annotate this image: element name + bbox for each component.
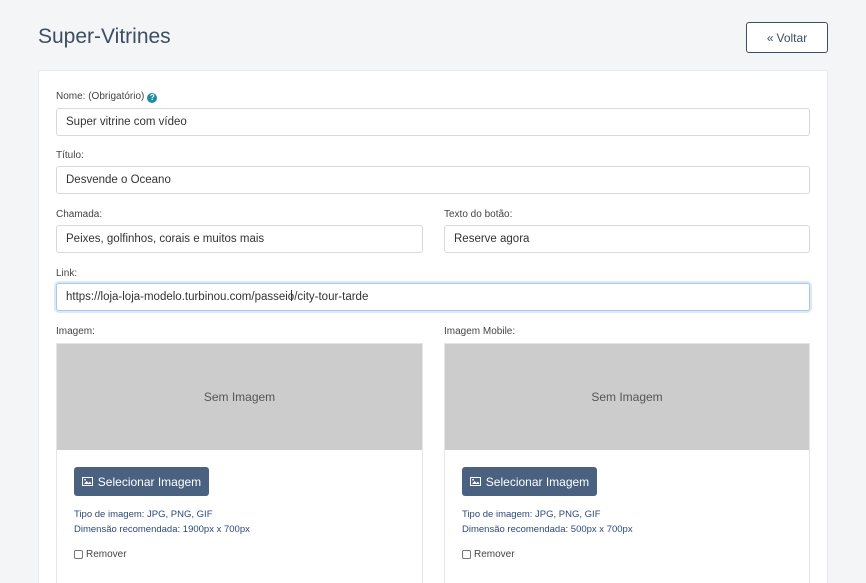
text-cursor (291, 290, 292, 301)
imagem-mobile-panel: Sem Imagem Selecionar Imagem Tipo de ima… (444, 343, 810, 583)
imagem-panel: Sem Imagem Selecionar Imagem Tipo de ima… (56, 343, 423, 583)
select-mobile-image-button[interactable]: Selecionar Imagem (462, 467, 597, 496)
imagem-mobile-preview: Sem Imagem (445, 344, 809, 450)
imagem-tipo: Tipo de imagem: JPG, PNG, GIF (74, 509, 213, 520)
titulo-label: Título: (56, 150, 84, 161)
image-icon (469, 477, 481, 486)
imagem-remover[interactable]: Remover (74, 549, 127, 560)
question-circle-icon[interactable]: ? (147, 92, 158, 103)
imagem-mobile-placeholder-text: Sem Imagem (591, 390, 663, 404)
texto-botao-value: Reserve agora (454, 233, 530, 245)
nome-label-text: Nome: (Obrigatório) (56, 91, 145, 102)
image-icon (81, 477, 93, 486)
texto-botao-label: Texto do botão: (444, 209, 513, 220)
nome-input[interactable]: Super vitrine com vídeo (56, 108, 810, 136)
select-mobile-image-label: Selecionar Imagem (485, 474, 590, 489)
link-label: Link: (56, 268, 78, 279)
chamada-input[interactable]: Peixes, golfinhos, corais e muitos mais (56, 225, 423, 253)
remover-label: Remover (86, 549, 127, 560)
imagem-mobile-dimensao: Dimensão recomendada: 500px x 700px (462, 524, 633, 535)
remover-mobile-label: Remover (474, 549, 515, 560)
imagem-label: Imagem: (56, 326, 95, 337)
link-input[interactable]: https://loja-loja-modelo.turbinou.com/pa… (56, 283, 810, 311)
imagem-mobile-remover[interactable]: Remover (462, 549, 515, 560)
select-image-label: Selecionar Imagem (97, 474, 202, 489)
back-button[interactable]: « Voltar (746, 22, 828, 53)
link-value: https://loja-loja-modelo.turbinou.com/pa… (66, 291, 369, 303)
back-button-label: Voltar (776, 30, 808, 45)
double-chevron-left-icon: « (766, 30, 774, 45)
titulo-value: Desvende o Oceano (66, 174, 171, 186)
imagem-preview: Sem Imagem (57, 344, 422, 450)
select-image-button[interactable]: Selecionar Imagem (74, 467, 209, 496)
page-title: Super-Vitrines (38, 25, 171, 48)
remover-mobile-checkbox[interactable] (462, 550, 471, 559)
imagem-mobile-label: Imagem Mobile: (444, 326, 516, 337)
nome-label: Nome: (Obrigatório)? (56, 91, 158, 103)
remover-checkbox[interactable] (74, 550, 83, 559)
nome-value: Super vitrine com vídeo (66, 116, 187, 128)
titulo-input[interactable]: Desvende o Oceano (56, 166, 810, 194)
imagem-dimensao: Dimensão recomendada: 1900px x 700px (74, 524, 250, 535)
chamada-label: Chamada: (56, 209, 103, 220)
imagem-mobile-tipo: Tipo de imagem: JPG, PNG, GIF (462, 509, 601, 520)
chamada-value: Peixes, golfinhos, corais e muitos mais (66, 233, 265, 245)
texto-botao-input[interactable]: Reserve agora (444, 225, 810, 253)
imagem-placeholder-text: Sem Imagem (203, 390, 276, 404)
